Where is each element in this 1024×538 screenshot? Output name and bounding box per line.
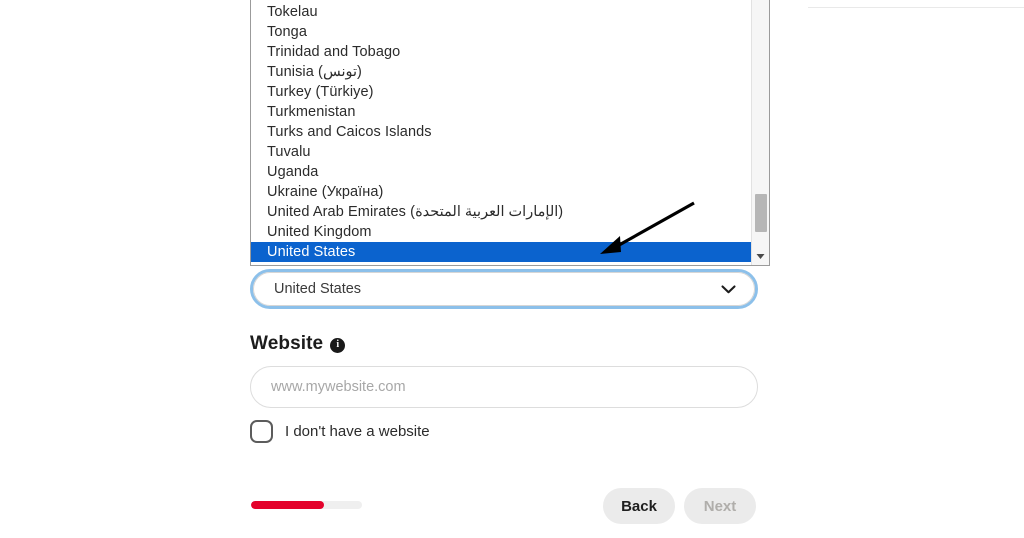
list-item[interactable]: Tokelau xyxy=(251,2,751,22)
no-website-label: I don't have a website xyxy=(285,423,430,440)
country-select[interactable]: United States xyxy=(250,269,758,309)
onboarding-form: Tokelau Tonga Trinidad and Tobago Tunisi… xyxy=(250,0,770,538)
list-item[interactable]: Ukraine (Україна) xyxy=(251,182,751,202)
scrollbar-thumb[interactable] xyxy=(755,194,767,232)
back-button[interactable]: Back xyxy=(603,488,675,524)
select-value: United States xyxy=(274,281,362,297)
list-item[interactable]: Trinidad and Tobago xyxy=(251,42,751,62)
list-item[interactable]: Turks and Caicos Islands xyxy=(251,122,751,142)
chevron-down-icon[interactable] xyxy=(721,284,736,294)
no-website-checkbox-row[interactable]: I don't have a website xyxy=(250,420,430,443)
list-item[interactable]: United Arab Emirates (الإمارات العربية ا… xyxy=(251,202,751,222)
info-icon[interactable]: i xyxy=(330,337,346,353)
list-item[interactable]: United Kingdom xyxy=(251,222,751,242)
list-item[interactable]: Tonga xyxy=(251,22,751,42)
progress-bar xyxy=(251,501,362,509)
website-label: Website i xyxy=(250,333,346,355)
website-input[interactable] xyxy=(250,366,758,408)
list-item[interactable]: Uganda xyxy=(251,162,751,182)
country-option-list[interactable]: Tokelau Tonga Trinidad and Tobago Tunisi… xyxy=(251,0,751,265)
top-divider-rule xyxy=(808,7,1024,8)
country-dropdown-popup[interactable]: Tokelau Tonga Trinidad and Tobago Tunisi… xyxy=(250,0,770,266)
progress-bar-fill xyxy=(251,501,325,509)
dropdown-scrollbar[interactable] xyxy=(751,0,769,265)
list-item[interactable]: Tuvalu xyxy=(251,142,751,162)
list-item-selected[interactable]: United States xyxy=(251,242,751,262)
website-label-text: Website xyxy=(250,333,324,354)
next-button[interactable]: Next xyxy=(684,488,756,524)
list-item[interactable]: Tunisia (تونس) xyxy=(251,62,751,82)
triangle-down-icon[interactable] xyxy=(752,248,769,265)
list-item[interactable]: Turkmenistan xyxy=(251,102,751,122)
list-item[interactable]: Turkey (Türkiye) xyxy=(251,82,751,102)
no-website-checkbox[interactable] xyxy=(250,420,273,443)
select-control[interactable]: United States xyxy=(253,272,755,306)
